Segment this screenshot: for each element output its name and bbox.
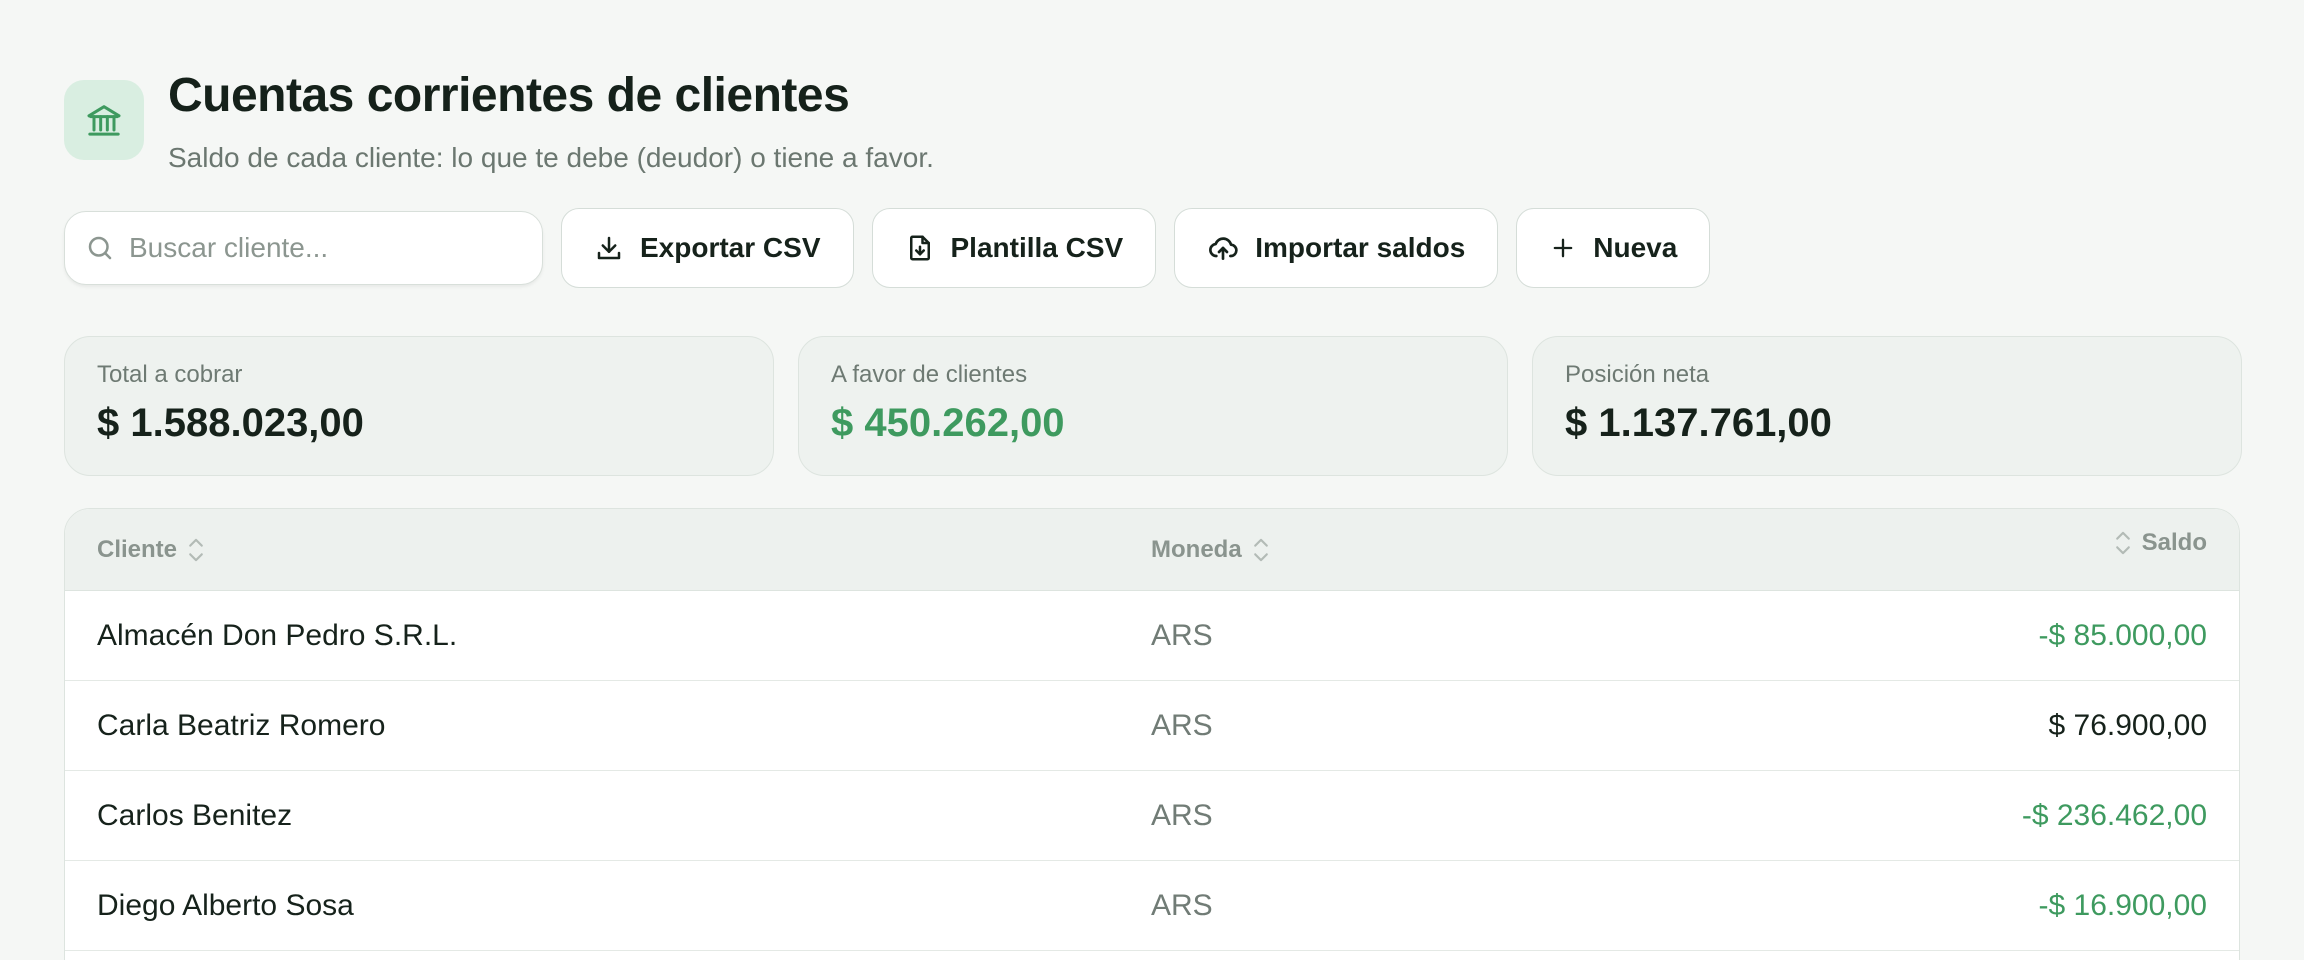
template-csv-label: Plantilla CSV	[950, 232, 1124, 263]
stat-label: Posición neta	[1565, 361, 1710, 388]
sort-icon	[189, 538, 203, 561]
export-csv-button[interactable]: Exportar CSV	[561, 208, 854, 288]
column-label: Cliente	[97, 535, 178, 563]
table-header: Cliente Moneda Saldo	[65, 509, 2239, 591]
cell-saldo: -$ 16.900,00	[2038, 889, 2207, 922]
page-title: Cuentas corrientes de clientes	[168, 69, 850, 122]
bank-icon	[64, 80, 144, 160]
column-header-cliente[interactable]: Cliente	[97, 536, 205, 564]
template-csv-button[interactable]: Plantilla CSV	[871, 208, 1157, 288]
cell-moneda: ARS	[1151, 799, 1213, 832]
stat-card-total-receivable: Total a cobrar $ 1.588.023,00	[64, 336, 774, 476]
search-icon	[88, 236, 112, 260]
export-csv-label: Exportar CSV	[640, 232, 821, 263]
page-header: Cuentas corrientes de clientes Saldo de …	[64, 60, 934, 174]
column-label: Moneda	[1151, 535, 1242, 563]
accounts-table: Cliente Moneda Saldo Almacén Don Pedro S…	[64, 508, 2240, 960]
column-header-moneda[interactable]: Moneda	[1151, 536, 1270, 564]
new-button[interactable]: Nueva	[1516, 208, 1711, 288]
stat-card-net-position: Posición neta $ 1.137.761,00	[1532, 336, 2242, 476]
download-icon	[597, 236, 621, 260]
cell-saldo: -$ 236.462,00	[2021, 799, 2207, 832]
table-row[interactable]: Almacén Don Pedro S.R.L. ARS -$ 85.000,0…	[65, 591, 2239, 681]
table-row[interactable]: Carlos Benitez ARS -$ 236.462,00	[65, 771, 2239, 861]
table-row[interactable]: Carla Beatriz Romero ARS $ 76.900,00	[65, 681, 2239, 771]
page-subtitle: Saldo de cada cliente: lo que te debe (d…	[168, 142, 934, 173]
sort-icon	[2115, 531, 2130, 555]
stat-card-client-credit: A favor de clientes $ 450.262,00	[798, 336, 1508, 476]
sort-icon	[1253, 538, 1268, 561]
summary-cards: Total a cobrar $ 1.588.023,00 A favor de…	[64, 336, 2242, 476]
cell-cliente: Carla Beatriz Romero	[97, 709, 386, 742]
cell-moneda: ARS	[1151, 889, 1213, 922]
cell-saldo: $ 76.900,00	[2048, 709, 2207, 742]
search-box[interactable]	[64, 211, 543, 285]
toolbar: Exportar CSV Plantilla CSV Importar sald…	[64, 208, 1711, 288]
plus-icon	[1553, 238, 1573, 258]
import-balances-label: Importar saldos	[1255, 232, 1466, 263]
file-download-icon	[909, 235, 930, 261]
cell-moneda: ARS	[1151, 619, 1213, 652]
search-input[interactable]	[129, 232, 509, 264]
cell-moneda: ARS	[1151, 709, 1213, 742]
page: Cuentas corrientes de clientes Saldo de …	[0, 0, 2304, 960]
cell-cliente: Diego Alberto Sosa	[97, 889, 354, 922]
import-balances-button[interactable]: Importar saldos	[1174, 208, 1499, 288]
stat-value: $ 1.137.761,00	[1565, 401, 1832, 445]
cell-saldo: -$ 85.000,00	[2038, 619, 2207, 652]
cell-cliente: Almacén Don Pedro S.R.L.	[97, 619, 458, 652]
column-label: Saldo	[2141, 529, 2207, 556]
cloud-upload-icon	[1209, 237, 1238, 260]
stat-label: Total a cobrar	[97, 361, 243, 388]
stat-value: $ 450.262,00	[831, 401, 1065, 445]
cell-cliente: Carlos Benitez	[97, 799, 293, 832]
stat-label: A favor de clientes	[831, 361, 1028, 388]
new-label: Nueva	[1593, 232, 1678, 263]
column-header-saldo[interactable]: Saldo	[2114, 529, 2207, 557]
table-row[interactable]: Diego Alberto Sosa ARS -$ 16.900,00	[65, 861, 2239, 951]
stat-value: $ 1.588.023,00	[97, 401, 364, 445]
